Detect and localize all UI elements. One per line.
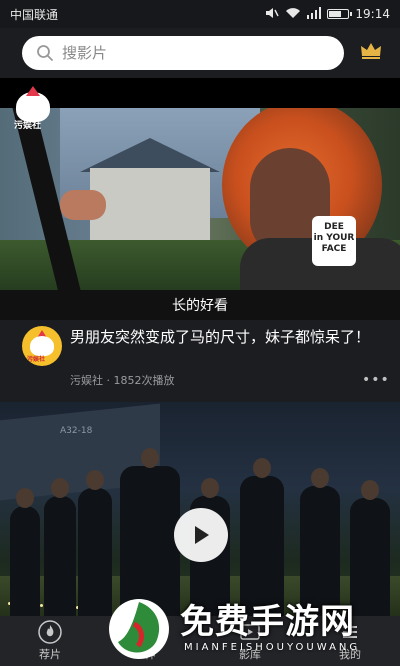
post-card[interactable]: 污娱社 男朋友突然变成了马的尺寸，妹子都惊呆了！ 污娱社 · 1852次播放 •…: [0, 320, 400, 402]
aircraft-label: A32-18: [60, 426, 93, 436]
video-thumbnail[interactable]: A32-18: [0, 402, 400, 616]
more-options-icon[interactable]: •••: [362, 372, 390, 388]
search-bar[interactable]: [22, 36, 344, 70]
wifi-icon: [285, 7, 301, 22]
play-count: 1852次播放: [113, 374, 175, 387]
post-author[interactable]: 污娱社: [70, 374, 103, 387]
fire-icon: [38, 620, 62, 644]
nav-item-recommend[interactable]: 荐片: [0, 616, 100, 666]
mute-icon: [265, 7, 280, 22]
vip-crown-icon[interactable]: [360, 42, 382, 64]
watermark-title: 免费手游网: [180, 602, 355, 642]
signal-icon: [307, 6, 322, 22]
earring-text-1: DEE: [324, 222, 344, 232]
play-icon: [195, 526, 209, 544]
banner-hand: [60, 190, 106, 220]
avatar-text: 污娱社: [27, 356, 46, 363]
banner-caption: 长的好看: [0, 290, 400, 320]
post-meta: 污娱社 · 1852次播放: [70, 372, 175, 388]
battery-icon: [327, 9, 353, 19]
watermark: 免费手游网 MIANFEISHOUYOUWANG: [104, 588, 400, 666]
soldier-figure: [10, 488, 40, 616]
carrier-label: 中国联通: [10, 7, 59, 22]
channel-logo-text: 污娱社: [14, 121, 42, 131]
meta-separator: ·: [106, 374, 111, 387]
nav-label-recommend: 荐片: [39, 648, 61, 661]
search-icon: [37, 45, 53, 61]
search-header: [0, 28, 400, 78]
app-screen: 中国联通 19:14 搜影片 DEE in YOUR FACE 污娱社 长的好看…: [0, 0, 400, 666]
search-input[interactable]: [62, 44, 302, 62]
banner-earring: DEE in YOUR FACE: [312, 216, 356, 266]
earring-text-2: in YOUR: [313, 233, 355, 243]
featured-video-banner[interactable]: DEE in YOUR FACE: [0, 108, 400, 290]
status-bar: 中国联通 19:14: [0, 0, 400, 28]
banner-house-roof: [80, 138, 220, 172]
clock: 19:14: [355, 7, 390, 21]
watermark-subtitle: MIANFEISHOUYOUWANG: [184, 642, 361, 653]
channel-logo: 污娱社: [14, 86, 52, 132]
status-icons: 19:14: [265, 6, 390, 22]
play-button[interactable]: [174, 508, 228, 562]
post-title[interactable]: 男朋友突然变成了马的尺寸，妹子都惊呆了！: [70, 326, 370, 348]
watermark-logo-icon: [109, 599, 169, 659]
avatar[interactable]: 污娱社: [22, 326, 62, 366]
earring-text-3: FACE: [321, 244, 347, 254]
soldier-figure: [44, 478, 76, 616]
banner-top-strip: [0, 78, 400, 108]
banner-house: [90, 168, 210, 248]
